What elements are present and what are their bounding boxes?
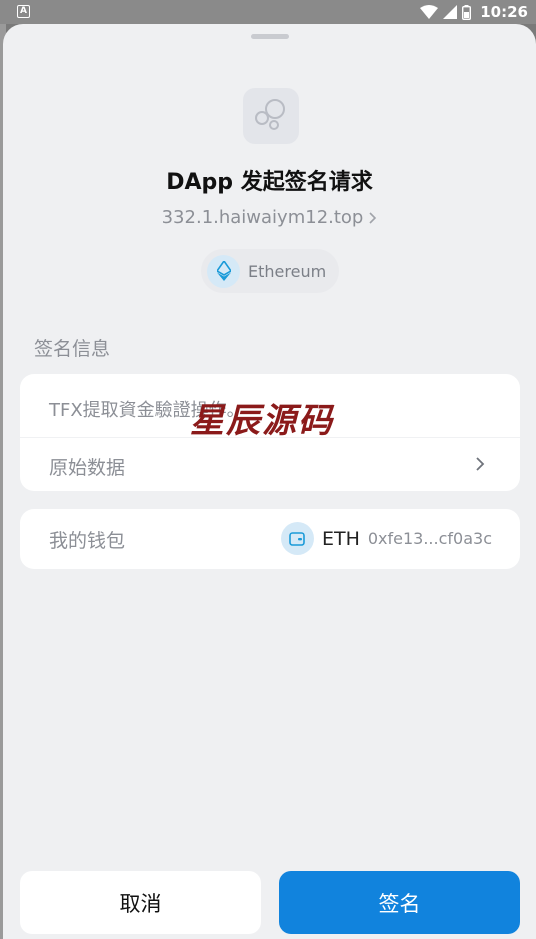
battery-icon [462,4,472,20]
ethereum-icon [207,254,240,288]
cancel-button[interactable]: 取消 [20,871,261,934]
page-title: DApp 发起签名请求 [166,170,373,195]
wallet-token: ETH [321,527,360,550]
signature-request-sheet: DApp 发起签名请求 332.1.haiwaiym12.top Ethereu… [3,24,536,939]
wallet-label: 我的钱包 [49,530,126,552]
raw-data-row[interactable]: 原始数据 [49,453,125,480]
chevron-right-icon [369,211,377,224]
watermark-text: 星辰源码 [190,401,334,441]
dapp-icon [243,88,299,144]
wifi-icon [420,5,439,19]
wallet-selector[interactable]: ETH 0xfe13...cf0a3c [280,522,492,555]
chain-name: Ethereum [248,261,327,281]
status-bar: A 10:26 [0,0,536,24]
drag-handle[interactable] [251,34,289,39]
sign-button[interactable]: 签名 [279,871,520,934]
dapp-domain: 332.1.haiwaiym12.top [161,207,364,228]
wallet-icon [280,522,314,555]
status-time: 10:26 [480,3,528,21]
app-notification-icon: A [17,5,30,18]
wallet-card: 我的钱包 ETH 0xfe13...cf0a3c [20,509,520,569]
signal-icon [443,5,458,19]
chain-badge: Ethereum [201,249,339,293]
chevron-right-icon[interactable] [470,454,490,474]
wallet-address: 0xfe13...cf0a3c [367,529,492,548]
section-label-sign-info: 签名信息 [34,338,111,360]
bubbles-icon [255,99,285,130]
dapp-domain-link[interactable]: 332.1.haiwaiym12.top [3,207,536,228]
